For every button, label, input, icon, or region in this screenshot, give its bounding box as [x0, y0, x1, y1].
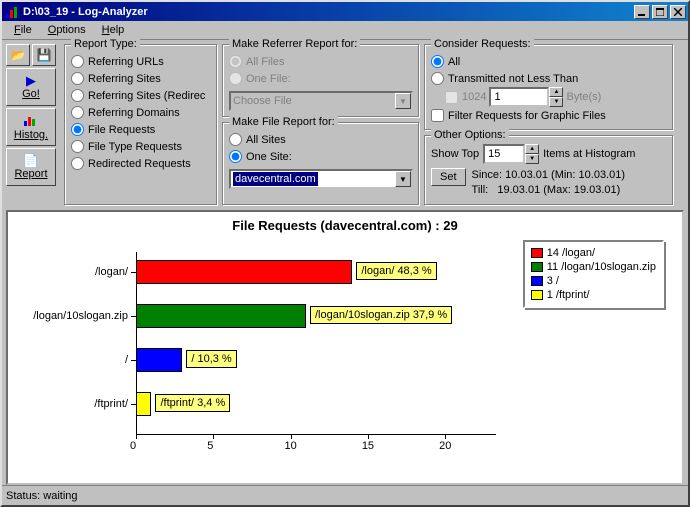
show-top-spinner[interactable]: ▲▼ — [525, 144, 539, 164]
data-label: /logan/10slogan.zip 37,9 % — [310, 306, 452, 324]
other-options-group: Other Options: Show Top 15 ▲▼ Items at H… — [424, 135, 674, 206]
chevron-up-icon[interactable]: ▲ — [549, 87, 563, 97]
menu-help[interactable]: Help — [94, 22, 133, 38]
radio-report-type-4[interactable]: File Requests — [71, 121, 211, 138]
legend-swatch-icon — [531, 276, 543, 286]
since-label: Since: — [472, 169, 503, 181]
floppy-icon: 💾 — [37, 48, 52, 62]
radio-report-type-2[interactable]: Referring Sites (Redirec — [71, 87, 211, 104]
radio-transmitted[interactable]: Transmitted not Less Than — [431, 70, 667, 87]
chevron-down-icon: ▼ — [395, 93, 411, 109]
kb-check: 1024 — [445, 89, 486, 106]
radio-all-sites[interactable]: All Sites — [229, 131, 413, 148]
histogram-button[interactable]: Histog. — [6, 108, 56, 146]
radio-one-file: One File: — [229, 70, 413, 87]
legend-item: 1 /ftprint/ — [531, 288, 656, 302]
since-value: 10.03.01 (Min: 10.03.01) — [505, 169, 625, 181]
report-label: Report — [14, 168, 47, 180]
radio-report-type-6[interactable]: Redirected Requests — [71, 155, 211, 172]
radio-all-files: All Files — [229, 53, 413, 70]
x-axis-label: 5 — [207, 440, 213, 469]
report-type-title: Report Type: — [71, 38, 140, 50]
chevron-down-icon[interactable]: ▼ — [525, 154, 539, 164]
minimize-button[interactable] — [634, 5, 650, 19]
multiplier-spinner[interactable]: ▲▼ — [549, 87, 563, 107]
radio-one-site[interactable]: One Site: — [229, 148, 413, 165]
chart-bar — [136, 348, 182, 372]
x-axis-label: 20 — [439, 440, 451, 469]
report-icon: 📄 — [23, 154, 39, 167]
menu-file[interactable]: File — [6, 22, 40, 38]
legend-swatch-icon — [531, 248, 543, 258]
status-text: Status: waiting — [6, 490, 78, 502]
chart-area: File Requests (davecentral.com) : 29 14 … — [6, 210, 684, 485]
data-label: /logan/ 48,3 % — [356, 262, 436, 280]
y-axis-label: / — [8, 354, 128, 366]
folder-open-icon: 📂 — [11, 48, 26, 62]
till-value: 19.03.01 (Max: 19.03.01) — [497, 184, 620, 196]
y-axis-label: /ftprint/ — [8, 398, 128, 410]
file-report-title: Make File Report for: — [229, 116, 338, 128]
report-type-group: Report Type: Referring URLsReferring Sit… — [64, 44, 218, 206]
till-label: Till: — [472, 184, 489, 196]
chart-bar — [136, 260, 352, 284]
x-axis-label: 15 — [362, 440, 374, 469]
go-button[interactable]: ▶ Go! — [6, 68, 56, 106]
chevron-down-icon[interactable]: ▼ — [395, 171, 411, 187]
chevron-down-icon[interactable]: ▼ — [549, 97, 563, 107]
go-label: Go! — [22, 88, 40, 100]
statusbar: Status: waiting — [2, 485, 688, 505]
titlebar: D:\03_19 - Log-Analyzer — [2, 2, 688, 21]
x-axis-label: 10 — [285, 440, 297, 469]
bytes-label: Byte(s) — [566, 91, 601, 103]
data-label: / 10,3 % — [186, 350, 236, 368]
legend-item: 14 /logan/ — [531, 246, 656, 260]
y-axis-label: /logan/ — [8, 266, 128, 278]
window-title: D:\03_19 - Log-Analyzer — [23, 6, 632, 18]
file-report-group: Make File Report for: All Sites One Site… — [222, 122, 420, 206]
referrer-report-title: Make Referrer Report for: — [229, 38, 360, 50]
items-at-label: Items at Histogram — [543, 148, 635, 160]
legend-swatch-icon — [531, 290, 543, 300]
chart-bar — [136, 304, 306, 328]
radio-report-type-3[interactable]: Referring Domains — [71, 104, 211, 121]
legend-item: 3 / — [531, 274, 656, 288]
other-title: Other Options: — [431, 129, 509, 141]
legend-item: 11 /logan/10slogan.zip — [531, 260, 656, 274]
radio-report-type-0[interactable]: Referring URLs — [71, 53, 211, 70]
radio-report-type-5[interactable]: File Type Requests — [71, 138, 211, 155]
data-label: /ftprint/ 3,4 % — [155, 394, 230, 412]
close-button[interactable] — [670, 5, 686, 19]
show-top-input[interactable]: 15 — [483, 144, 525, 164]
show-top-label: Show Top — [431, 148, 479, 160]
report-button[interactable]: 📄 Report — [6, 148, 56, 186]
multiplier-input[interactable]: 1 — [489, 87, 549, 107]
app-icon — [4, 4, 20, 20]
menu-options[interactable]: Options — [40, 22, 94, 38]
referrer-report-group: Make Referrer Report for: All Files One … — [222, 44, 420, 118]
chart-title: File Requests (davecentral.com) : 29 — [8, 212, 682, 235]
legend-swatch-icon — [531, 262, 543, 272]
set-button[interactable]: Set — [431, 168, 466, 186]
chevron-up-icon[interactable]: ▲ — [525, 144, 539, 154]
histogram-label: Histog. — [14, 129, 48, 141]
site-dropdown[interactable]: davecentral.com ▼ — [229, 169, 413, 189]
open-button[interactable]: 📂 — [6, 44, 30, 66]
maximize-button[interactable] — [652, 5, 668, 19]
y-axis-label: /logan/10slogan.zip — [8, 310, 128, 322]
radio-consider-all[interactable]: All — [431, 53, 667, 70]
site-value: davecentral.com — [233, 172, 318, 186]
play-icon: ▶ — [26, 74, 36, 87]
consider-requests-group: Consider Requests: All Transmitted not L… — [424, 44, 674, 131]
save-button[interactable]: 💾 — [32, 44, 56, 66]
consider-title: Consider Requests: — [431, 38, 534, 50]
x-axis-label: 0 — [130, 440, 136, 469]
radio-report-type-1[interactable]: Referring Sites — [71, 70, 211, 87]
chart-bar — [136, 392, 151, 416]
histogram-icon — [24, 114, 38, 128]
choose-file-dropdown: Choose File ▼ — [229, 91, 413, 111]
chart-legend: 14 /logan/11 /logan/10slogan.zip3 /1 /ft… — [523, 240, 664, 308]
filter-graphics-check[interactable]: Filter Requests for Graphic Files — [431, 107, 667, 124]
